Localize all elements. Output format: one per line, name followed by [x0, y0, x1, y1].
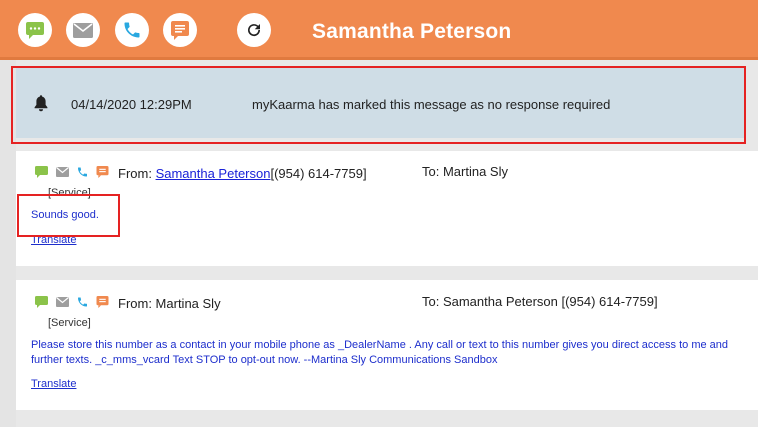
note-icon — [170, 20, 190, 40]
message-body-line: Please store this number as a contact in… — [31, 339, 729, 351]
notice-timestamp: 04/14/2020 12:29PM — [71, 97, 192, 112]
sender-name-link[interactable]: Samantha Peterson — [156, 166, 271, 181]
chat-icon — [35, 166, 48, 178]
mail-icon — [73, 20, 93, 40]
chat-icon — [25, 20, 45, 40]
refresh-button[interactable] — [237, 13, 271, 47]
translate-link[interactable]: Translate — [31, 378, 76, 390]
note-icon — [96, 296, 109, 308]
phone-icon — [122, 20, 142, 40]
notes-button[interactable] — [163, 13, 197, 47]
mail-icon — [56, 297, 69, 307]
message-from: From: Martina Sly — [118, 296, 221, 311]
message-to: To: Martina Sly — [422, 164, 508, 179]
message-from: From: Samantha Peterson[(954) 614-7759] — [118, 166, 367, 181]
message-highlight-box — [17, 194, 120, 237]
message-body-line: further texts. _c_mms_vcard Text STOP to… — [31, 354, 498, 366]
email-channel-button[interactable] — [66, 13, 100, 47]
text-channel-button[interactable] — [18, 13, 52, 47]
note-icon — [96, 166, 109, 178]
notice-message: myKaarma has marked this message as no r… — [252, 97, 611, 112]
phone-icon — [78, 297, 87, 307]
message-to: To: Samantha Peterson [(954) 614-7759] — [422, 294, 658, 309]
call-channel-button[interactable] — [115, 13, 149, 47]
phone-icon — [78, 167, 87, 177]
contact-name-title: Samantha Peterson — [312, 20, 512, 43]
mail-icon — [56, 167, 69, 177]
from-label: From: — [118, 166, 156, 181]
chat-icon — [35, 296, 48, 308]
sender-phone: [(954) 614-7759] — [270, 166, 367, 181]
conversation-header: Samantha Peterson — [0, 0, 758, 60]
bell-icon — [33, 95, 49, 117]
service-tag: [Service] — [48, 317, 91, 329]
refresh-icon — [244, 20, 264, 40]
